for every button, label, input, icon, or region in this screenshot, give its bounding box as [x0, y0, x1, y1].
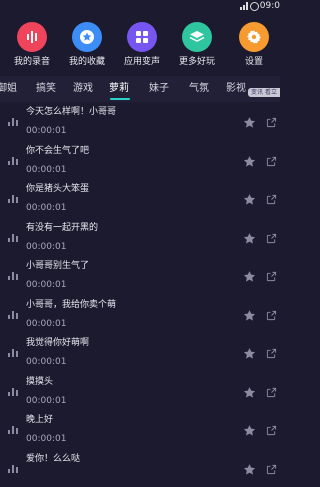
- tab-loli[interactable]: 萝莉: [109, 82, 129, 96]
- voice-item-duration: 00:00:01: [26, 125, 66, 137]
- share-icon[interactable]: [266, 156, 277, 167]
- apps-grid-icon: [127, 22, 157, 52]
- voice-item[interactable]: 晚上好 00:00:01: [0, 410, 280, 449]
- share-icon[interactable]: [266, 310, 277, 321]
- waveform-icon: [8, 234, 18, 242]
- waveform-icon: [8, 157, 18, 165]
- more-fun-label: 更多好玩: [169, 56, 225, 68]
- favorite-star-icon[interactable]: [243, 193, 256, 206]
- voice-item[interactable]: 你是猪头大笨蛋 00:00:01: [0, 179, 280, 218]
- share-icon[interactable]: [266, 194, 277, 205]
- apply-voice-button[interactable]: 应用变声: [114, 22, 170, 68]
- feature-bar: 我的录音 我的收藏 应用变声 更多好玩 设置: [0, 14, 280, 72]
- waveform-icon: [8, 311, 18, 319]
- signal-icon: [240, 2, 248, 10]
- waveform-icon: [8, 272, 18, 280]
- favorite-star-icon[interactable]: [243, 424, 256, 437]
- status-bar: 09:0: [0, 0, 280, 14]
- settings-button[interactable]: 设置: [226, 22, 282, 68]
- tab-funny[interactable]: 搞笑: [36, 82, 56, 96]
- voice-item[interactable]: 小哥哥别生气了 00:00:01: [0, 256, 280, 295]
- share-icon[interactable]: [266, 464, 277, 475]
- voice-item-duration: 00:00:01: [26, 395, 66, 407]
- floating-badge[interactable]: 变讯 看立: [248, 88, 280, 97]
- gear-icon: [239, 22, 269, 52]
- tab-girls[interactable]: 妹子: [149, 82, 169, 96]
- my-favorites-label: 我的收藏: [59, 56, 115, 68]
- voice-item-title: 小哥哥别生气了: [26, 260, 89, 272]
- voice-item[interactable]: 爱你！么么哒: [0, 449, 280, 487]
- my-favorites-button[interactable]: 我的收藏: [59, 22, 115, 68]
- favorite-star-icon[interactable]: [243, 155, 256, 168]
- voice-item-title: 小哥哥，我给你卖个萌: [26, 299, 116, 311]
- share-icon[interactable]: [266, 271, 277, 282]
- voice-item-duration: 00:00:01: [26, 164, 66, 176]
- my-recordings-label: 我的录音: [4, 56, 60, 68]
- my-recordings-button[interactable]: 我的录音: [4, 22, 60, 68]
- star-badge-icon: [72, 22, 102, 52]
- favorite-star-icon[interactable]: [243, 116, 256, 129]
- voice-item-duration: 00:00:01: [26, 279, 66, 291]
- waveform-icon: [8, 118, 18, 126]
- voice-item[interactable]: 小哥哥，我给你卖个萌 00:00:01: [0, 295, 280, 334]
- share-icon[interactable]: [266, 425, 277, 436]
- voice-item[interactable]: 今天怎么样啊！小哥哥 00:00:01: [0, 102, 280, 141]
- voice-item-title: 晚上好: [26, 414, 53, 426]
- favorite-star-icon[interactable]: [243, 463, 256, 476]
- alarm-clock-icon: [250, 2, 259, 11]
- waveform-icon: [8, 195, 18, 203]
- voice-item-title: 有没有一起开黑的: [26, 222, 98, 234]
- voice-item-title: 我觉得你好萌啊: [26, 337, 89, 349]
- category-tabs: 御姐 搞笑 游戏 萝莉 妹子 气氛 影视: [0, 76, 280, 102]
- apply-voice-label: 应用变声: [114, 56, 170, 68]
- share-icon[interactable]: [266, 348, 277, 359]
- waveform-icon: [8, 349, 18, 357]
- voice-item[interactable]: 摸摸头 00:00:01: [0, 372, 280, 411]
- tab-atmosphere[interactable]: 气氛: [189, 82, 209, 96]
- voice-item-title: 摸摸头: [26, 376, 53, 388]
- more-fun-button[interactable]: 更多好玩: [169, 22, 225, 68]
- voice-item-title: 你是猪头大笨蛋: [26, 183, 89, 195]
- favorite-star-icon[interactable]: [243, 386, 256, 399]
- voice-item-duration: 00:00:01: [26, 318, 66, 330]
- voice-item-title: 爱你！么么哒: [26, 453, 80, 465]
- voice-item[interactable]: 我觉得你好萌啊 00:00:01: [0, 333, 280, 372]
- favorite-star-icon[interactable]: [243, 309, 256, 322]
- voice-item-duration: 00:00:01: [26, 241, 66, 253]
- voice-item-duration: 00:00:01: [26, 202, 66, 214]
- share-icon[interactable]: [266, 387, 277, 398]
- settings-label: 设置: [226, 56, 282, 68]
- share-icon[interactable]: [266, 117, 277, 128]
- voice-list: 今天怎么样啊！小哥哥00:00:01你不会生气了吧00:00:01你是猪头大笨蛋…: [0, 102, 280, 487]
- favorite-star-icon[interactable]: [243, 232, 256, 245]
- voice-item-title: 今天怎么样啊！小哥哥: [26, 106, 116, 118]
- voice-item[interactable]: 你不会生气了吧 00:00:01: [0, 141, 280, 180]
- waveform-icon: [8, 388, 18, 396]
- status-time: 09:0: [260, 0, 280, 12]
- favorite-star-icon[interactable]: [243, 270, 256, 283]
- waveform-icon: [8, 426, 18, 434]
- voice-item-title: 你不会生气了吧: [26, 145, 89, 157]
- voice-item-duration: 00:00:01: [26, 356, 66, 368]
- tab-games[interactable]: 游戏: [73, 82, 93, 96]
- favorite-star-icon[interactable]: [243, 347, 256, 360]
- waveform-icon: [8, 465, 18, 473]
- voice-item-duration: 00:00:01: [26, 433, 66, 445]
- layers-icon: [182, 22, 212, 52]
- voice-item[interactable]: 有没有一起开黑的 00:00:01: [0, 218, 280, 257]
- tab-yujie[interactable]: 御姐: [0, 82, 17, 96]
- share-icon[interactable]: [266, 233, 277, 244]
- active-tab-indicator: [110, 98, 130, 100]
- audio-bars-icon: [17, 22, 47, 52]
